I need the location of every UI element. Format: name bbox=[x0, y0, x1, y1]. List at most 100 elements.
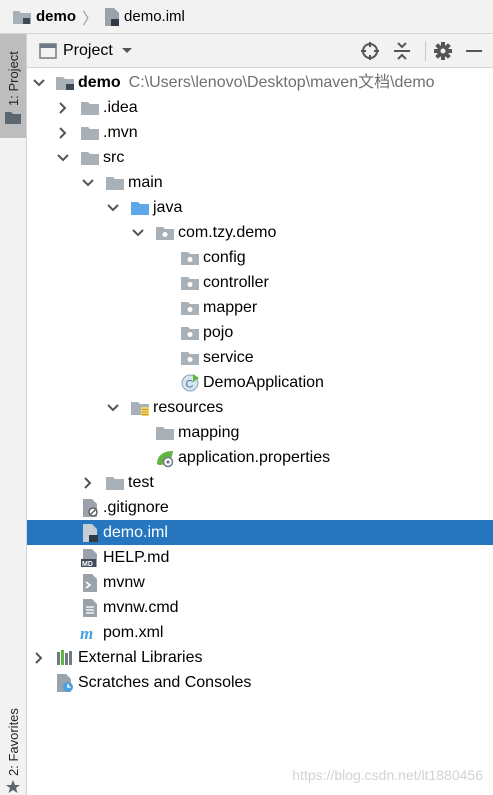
folder-icon bbox=[81, 102, 99, 115]
tree-label-mvnw-cmd: mvnw.cmd bbox=[103, 599, 179, 616]
spring-properties-icon bbox=[157, 451, 174, 468]
tree-item-java[interactable]: java bbox=[27, 195, 493, 220]
chevron-right-icon[interactable] bbox=[57, 127, 69, 139]
tree-item-mvnw[interactable]: mvnw bbox=[27, 570, 493, 595]
tree-item-demo-iml[interactable]: demo.iml bbox=[27, 520, 493, 545]
tree-label-src: src bbox=[103, 149, 125, 166]
gear-icon[interactable] bbox=[433, 41, 453, 61]
tree-item-main[interactable]: main bbox=[27, 170, 493, 195]
tree-label-scratches: Scratches and Consoles bbox=[78, 674, 252, 691]
breadcrumb-separator: 〉 bbox=[82, 10, 99, 28]
tree-item-test[interactable]: test bbox=[27, 470, 493, 495]
folder-icon bbox=[5, 112, 21, 124]
tree-item-mvn[interactable]: .mvn bbox=[27, 120, 493, 145]
tree-label-controller: controller bbox=[203, 274, 269, 291]
tree-label-mapper: mapper bbox=[203, 299, 258, 316]
breadcrumb-project-label: demo bbox=[36, 8, 77, 25]
view-selector[interactable]: Project bbox=[39, 40, 133, 62]
chevron-down-icon[interactable] bbox=[107, 202, 119, 214]
breadcrumb-project[interactable]: demo bbox=[12, 0, 76, 33]
watermark: https://blog.csdn.net/lt1880456 bbox=[292, 767, 483, 783]
tree-label-mvn: .mvn bbox=[103, 124, 138, 141]
panel-title: Project bbox=[63, 42, 113, 59]
package-icon bbox=[156, 227, 174, 240]
chevron-down-icon bbox=[121, 48, 132, 53]
tree-label-main: main bbox=[128, 174, 163, 191]
project-tool-tab[interactable]: 1: Project bbox=[0, 34, 26, 138]
tree-item-mapping[interactable]: mapping bbox=[27, 420, 493, 445]
package-icon bbox=[181, 352, 199, 365]
tree-item-pom-xml[interactable]: m pom.xml bbox=[27, 620, 493, 645]
package-icon bbox=[181, 277, 199, 290]
tree-label-package: com.tzy.demo bbox=[178, 224, 277, 241]
chevron-down-icon[interactable] bbox=[107, 402, 119, 414]
tree-label-test: test bbox=[128, 474, 154, 491]
spring-boot-class-icon: C bbox=[181, 374, 199, 392]
module-folder-icon bbox=[56, 77, 74, 90]
folder-icon bbox=[106, 177, 124, 190]
breadcrumb-file-label: demo.iml bbox=[124, 8, 185, 25]
project-tab-label: 1: Project bbox=[6, 51, 21, 106]
tree-label-resources: resources bbox=[153, 399, 224, 416]
iml-file-icon bbox=[83, 524, 98, 542]
scratches-icon bbox=[57, 674, 73, 692]
tree-item-package[interactable]: com.tzy.demo bbox=[27, 220, 493, 245]
tree-label-pom-xml: pom.xml bbox=[103, 624, 164, 641]
favorites-tool-tab[interactable]: 2: Favorites bbox=[0, 694, 26, 794]
tree-label-external-libraries: External Libraries bbox=[78, 649, 203, 666]
root-path: C:\Users\lenovo\Desktop\maven文档\demo bbox=[128, 74, 435, 91]
chevron-right-icon[interactable] bbox=[57, 102, 69, 114]
text-file-icon bbox=[83, 599, 97, 617]
minimize-icon[interactable] bbox=[465, 41, 483, 61]
tree-item-application-properties[interactable]: application.properties bbox=[27, 445, 493, 470]
chevron-right-icon[interactable] bbox=[33, 652, 45, 664]
tree-item-demo-root[interactable]: demo C:\Users\lenovo\Desktop\maven文档\demo bbox=[27, 70, 493, 95]
tree-item-gitignore[interactable]: .gitignore bbox=[27, 495, 493, 520]
left-tool-stripe: 1: Project 2: Favorites bbox=[0, 34, 27, 795]
tree-label-demo-root: demo C:\Users\lenovo\Desktop\maven文档\demo bbox=[78, 72, 435, 93]
tree-label-pojo: pojo bbox=[203, 324, 234, 341]
folder-icon bbox=[156, 427, 174, 440]
project-tree[interactable]: demo C:\Users\lenovo\Desktop\maven文档\demo… bbox=[27, 68, 493, 795]
library-icon bbox=[57, 650, 72, 665]
navigation-bar: demo 〉 demo.iml bbox=[0, 0, 493, 34]
tree-label-idea: .idea bbox=[103, 99, 138, 116]
tree-item-resources[interactable]: resources bbox=[27, 395, 493, 420]
tree-item-help-md[interactable]: MD HELP.md bbox=[27, 545, 493, 570]
svg-text:C: C bbox=[186, 379, 194, 391]
iml-file-icon bbox=[105, 7, 120, 26]
tree-label-demo-iml: demo.iml bbox=[103, 524, 168, 541]
chevron-right-icon[interactable] bbox=[82, 477, 94, 489]
folder-icon bbox=[81, 127, 99, 140]
chevron-down-icon[interactable] bbox=[33, 77, 45, 89]
tree-item-src[interactable]: src bbox=[27, 145, 493, 170]
tree-item-demo-application[interactable]: C DemoApplication bbox=[27, 370, 493, 395]
tree-item-idea[interactable]: .idea bbox=[27, 95, 493, 120]
project-panel-header: Project bbox=[27, 34, 493, 68]
tree-label-demo-application: DemoApplication bbox=[203, 374, 324, 391]
tree-item-external-libraries[interactable]: External Libraries bbox=[27, 645, 493, 670]
maven-icon: m bbox=[80, 624, 93, 643]
package-icon bbox=[181, 327, 199, 340]
locate-icon[interactable] bbox=[360, 41, 380, 61]
tree-item-controller[interactable]: controller bbox=[27, 270, 493, 295]
chevron-down-icon[interactable] bbox=[132, 227, 144, 239]
tree-item-scratches[interactable]: Scratches and Consoles bbox=[27, 670, 493, 695]
toolbar-divider bbox=[425, 41, 426, 61]
tree-item-mapper[interactable]: mapper bbox=[27, 295, 493, 320]
breadcrumb-file[interactable]: demo.iml bbox=[104, 0, 185, 33]
chevron-down-icon[interactable] bbox=[82, 177, 94, 189]
tree-item-mvnw-cmd[interactable]: mvnw.cmd bbox=[27, 595, 493, 620]
tree-item-config[interactable]: config bbox=[27, 245, 493, 270]
script-file-icon bbox=[83, 574, 97, 592]
folder-icon bbox=[81, 152, 99, 165]
tree-item-service[interactable]: service bbox=[27, 345, 493, 370]
tree-label-config: config bbox=[203, 249, 246, 266]
chevron-down-icon[interactable] bbox=[57, 152, 69, 164]
root-name: demo bbox=[78, 74, 121, 91]
collapse-all-icon[interactable] bbox=[392, 41, 412, 61]
tree-label-mvnw: mvnw bbox=[103, 574, 145, 591]
tree-label-mapping: mapping bbox=[178, 424, 240, 441]
tree-item-pojo[interactable]: pojo bbox=[27, 320, 493, 345]
tree-label-java: java bbox=[153, 199, 183, 216]
